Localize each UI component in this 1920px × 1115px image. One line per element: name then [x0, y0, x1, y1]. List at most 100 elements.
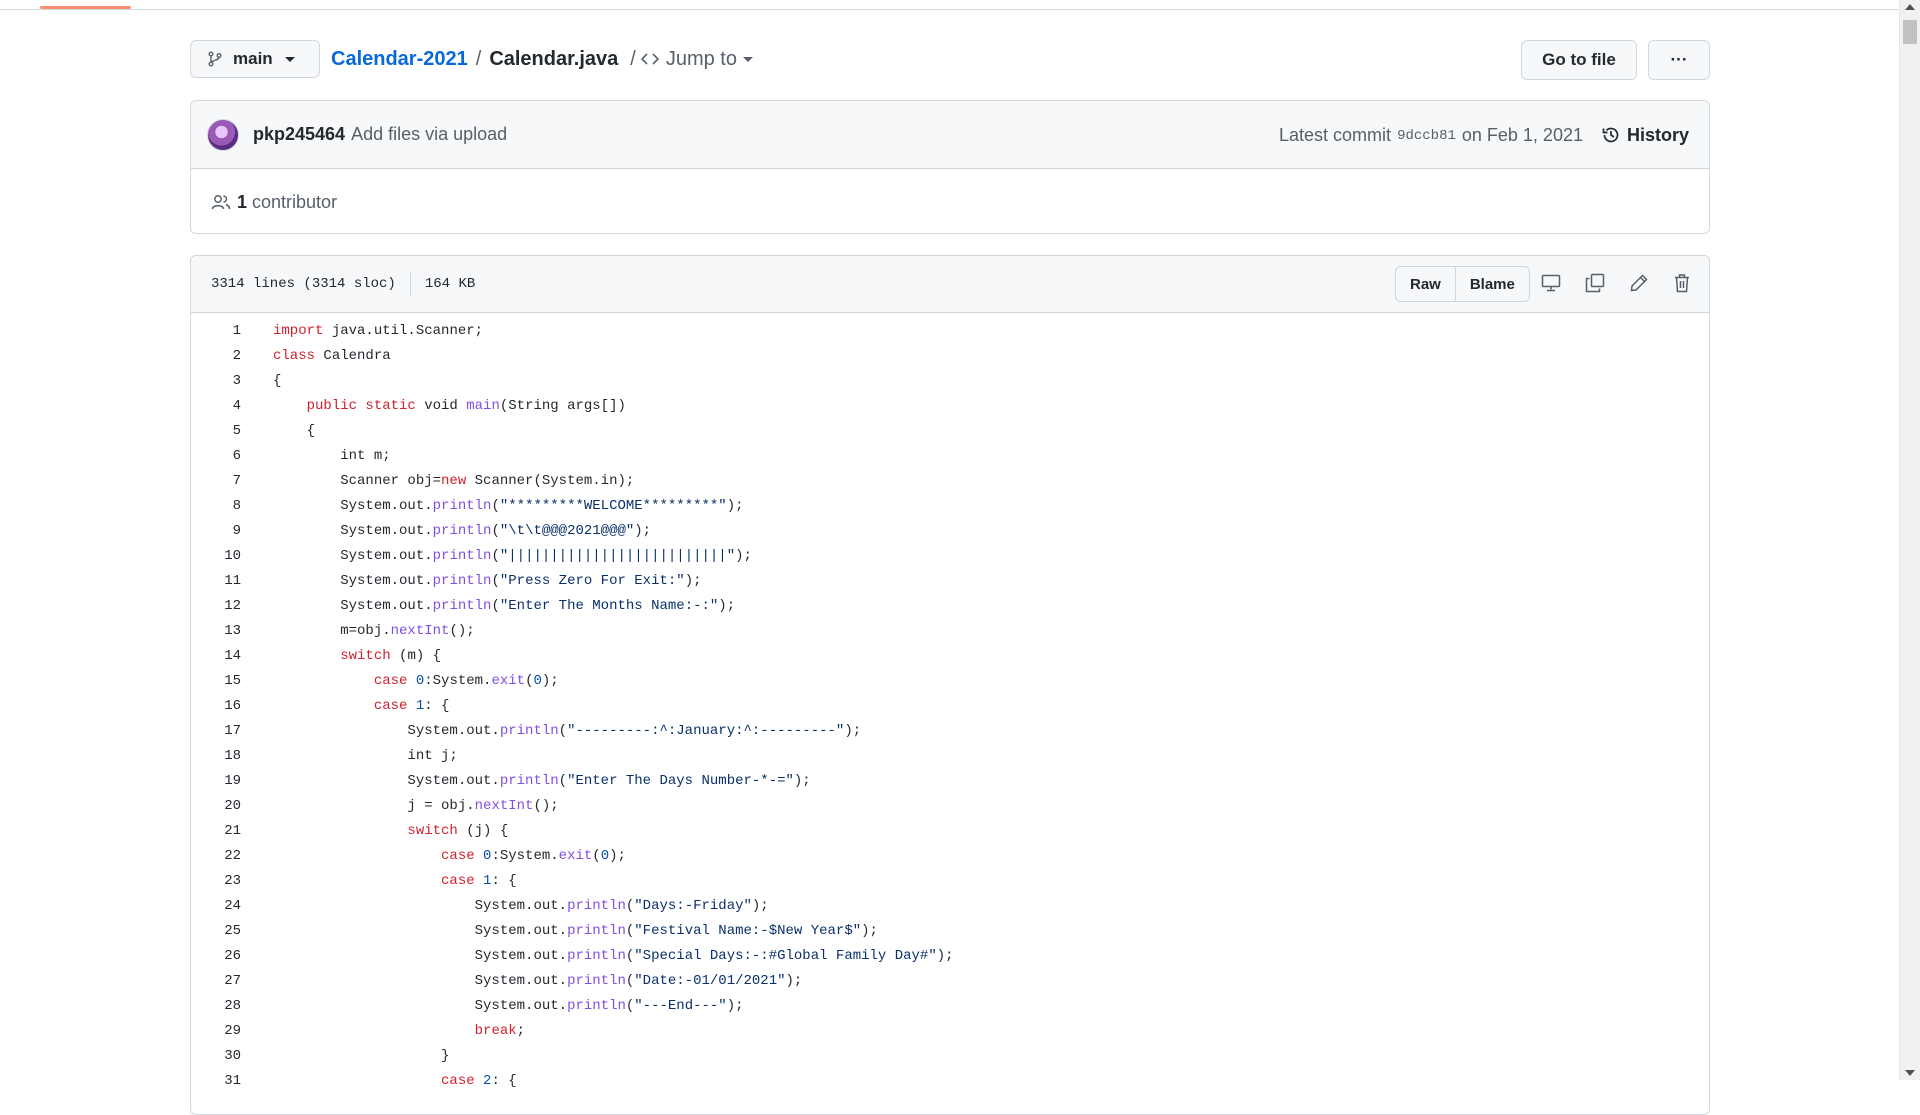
code-line: 4 public static void main(String args[]) [191, 394, 1709, 419]
line-number[interactable]: 9 [191, 519, 241, 544]
line-content: System.out.println("Days:-Friday"); [241, 894, 769, 919]
caret-down-icon [743, 56, 753, 62]
line-number[interactable]: 19 [191, 769, 241, 794]
commit-message[interactable]: Add files via upload [351, 124, 507, 145]
line-number[interactable]: 26 [191, 944, 241, 969]
line-number[interactable]: 16 [191, 694, 241, 719]
line-number[interactable]: 3 [191, 369, 241, 394]
contributor-label: contributor [252, 191, 338, 212]
code-token: new [441, 473, 467, 489]
raw-button[interactable]: Raw [1396, 267, 1455, 301]
code-line: 15 case 0:System.exit(0); [191, 669, 1709, 694]
line-content: m=obj.nextInt(); [241, 619, 474, 644]
commit-author[interactable]: pkp245464 [253, 124, 345, 145]
contributors-row[interactable]: 1 contributor [191, 169, 1709, 233]
code-token: System.out. [273, 598, 433, 614]
code-token: ); [684, 573, 702, 589]
line-number[interactable]: 21 [191, 819, 241, 844]
line-number[interactable]: 22 [191, 844, 241, 869]
line-number[interactable]: 30 [191, 1044, 241, 1069]
code-token: System.out. [273, 923, 568, 939]
jump-to-button[interactable]: / Jump to [630, 48, 753, 71]
trash-icon[interactable] [1671, 272, 1693, 294]
line-number[interactable]: 2 [191, 344, 241, 369]
line-number[interactable]: 29 [191, 1019, 241, 1044]
page-scrollbar[interactable] [1899, 0, 1920, 1080]
line-number[interactable]: 5 [191, 419, 241, 444]
line-content: break; [241, 1019, 525, 1044]
breadcrumb: Calendar-2021 / Calendar.java / Jump to [331, 40, 753, 78]
history-icon [1602, 127, 1619, 143]
line-number[interactable]: 13 [191, 619, 241, 644]
code-token: System.out. [273, 498, 433, 514]
line-content: switch (j) { [241, 819, 508, 844]
code-line: 25 System.out.println("Festival Name:-$N… [191, 919, 1709, 944]
line-number[interactable]: 15 [191, 669, 241, 694]
line-number[interactable]: 20 [191, 794, 241, 819]
line-number[interactable]: 14 [191, 644, 241, 669]
desktop-icon[interactable] [1540, 272, 1562, 294]
line-content: { [241, 369, 281, 394]
file-info-header: 3314 lines (3314 sloc) 164 KB Raw Blame [191, 256, 1709, 313]
scrollbar-thumb[interactable] [1903, 20, 1917, 44]
line-number[interactable]: 18 [191, 744, 241, 769]
line-number[interactable]: 6 [191, 444, 241, 469]
line-number[interactable]: 4 [191, 394, 241, 419]
go-to-file-button[interactable]: Go to file [1521, 40, 1637, 80]
line-number[interactable]: 25 [191, 919, 241, 944]
line-number[interactable]: 17 [191, 719, 241, 744]
line-number[interactable]: 7 [191, 469, 241, 494]
code-token: j = obj. [273, 798, 475, 814]
code-token: case [373, 673, 408, 689]
code-line: 17 System.out.println("---------:^:Janua… [191, 719, 1709, 744]
history-button[interactable]: History [1601, 125, 1689, 146]
line-number[interactable]: 12 [191, 594, 241, 619]
avatar[interactable] [207, 118, 239, 151]
people-icon [211, 195, 231, 210]
code-line: 21 switch (j) { [191, 819, 1709, 844]
line-content: { [241, 419, 315, 444]
code-token: System.out. [273, 548, 433, 564]
more-options-button[interactable]: ··· [1648, 40, 1710, 80]
line-number[interactable]: 1 [191, 319, 241, 344]
code-token: ( [491, 598, 500, 614]
code-token: case [441, 1073, 475, 1089]
code-token: ); [735, 548, 752, 564]
scroll-down-icon[interactable] [1905, 1070, 1915, 1076]
code-token: class [273, 348, 316, 364]
line-number[interactable]: 8 [191, 494, 241, 519]
copy-icon[interactable] [1584, 272, 1606, 294]
line-number[interactable]: 28 [191, 994, 241, 1019]
commit-sha[interactable]: 9dccb81 [1397, 128, 1456, 144]
line-content: import java.util.Scanner; [241, 319, 483, 344]
code-token: public static [306, 398, 416, 414]
code-line: 24 System.out.println("Days:-Friday"); [191, 894, 1709, 919]
pencil-icon[interactable] [1628, 272, 1650, 294]
repo-link[interactable]: Calendar-2021 [331, 48, 468, 71]
line-number[interactable]: 10 [191, 544, 241, 569]
code-line: 6 int m; [191, 444, 1709, 469]
line-content: System.out.println("*********WELCOME****… [241, 494, 743, 519]
line-number[interactable]: 27 [191, 969, 241, 994]
line-number[interactable]: 24 [191, 894, 241, 919]
code-token: 0 [533, 673, 542, 689]
code-token: import [273, 323, 324, 339]
code-token: } [273, 1048, 450, 1064]
code-token: println [567, 998, 626, 1014]
line-number[interactable]: 23 [191, 869, 241, 894]
code-token: ( [491, 548, 500, 564]
blame-button[interactable]: Blame [1454, 267, 1529, 301]
line-number[interactable]: 11 [191, 569, 241, 594]
active-tab-underline [40, 6, 131, 9]
code-token: "Special Days:-:#Global Family Day#" [634, 948, 937, 964]
scroll-up-icon[interactable] [1905, 4, 1915, 10]
code-line: 16 case 1: { [191, 694, 1709, 719]
code-token: { [273, 423, 316, 439]
caret-down-icon [284, 56, 295, 62]
branch-select-button[interactable]: main [190, 40, 320, 78]
line-number[interactable]: 31 [191, 1069, 241, 1094]
code-token: ); [609, 848, 626, 864]
